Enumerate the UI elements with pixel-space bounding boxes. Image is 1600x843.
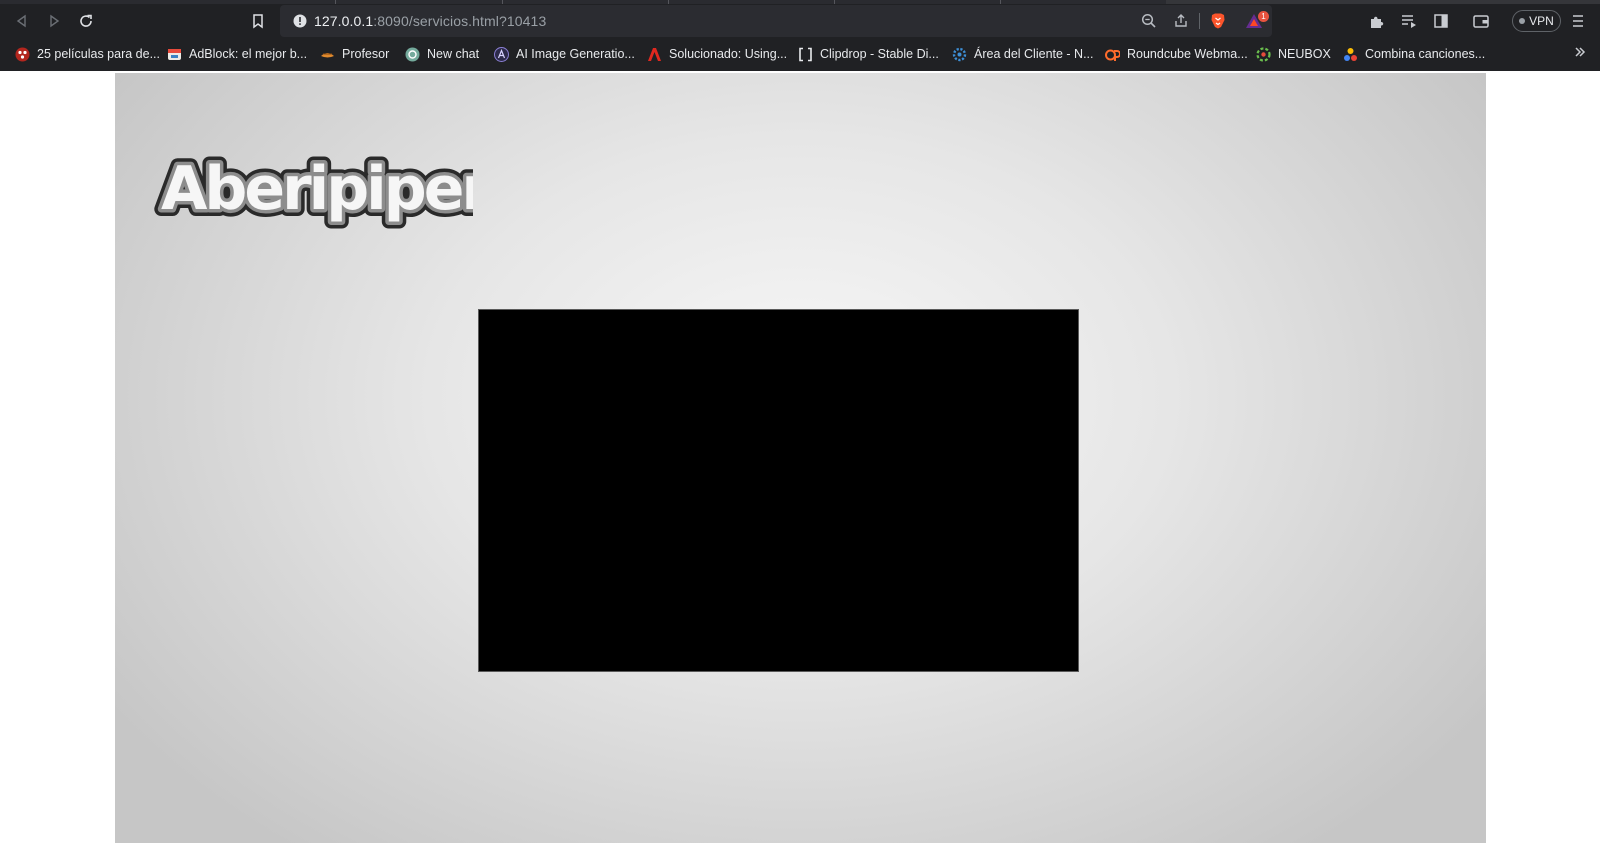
bookmark-item[interactable]: Combina canciones... — [1343, 43, 1485, 65]
url-host: 127.0.0.1 — [314, 13, 374, 29]
bookmark-item[interactable]: Solucionado: Using... — [647, 43, 787, 65]
bookmarks-bar: 25 películas para de... AdBlock: el mejo… — [0, 38, 1600, 70]
bookmark-label: 25 películas para de... — [37, 47, 160, 61]
wallet-button[interactable] — [1469, 9, 1493, 33]
toolbar: 127.0.0.1:8090/servicios.html?10413 1 VP… — [0, 4, 1600, 38]
back-arrow-icon — [16, 14, 26, 28]
more-bookmarks-button[interactable] — [1574, 45, 1586, 61]
bookmark-label: Clipdrop - Stable Di... — [820, 47, 939, 61]
page-background: Aberipiperi Aberipiperi Aberipiperi — [115, 73, 1486, 843]
site-info-icon[interactable] — [292, 13, 308, 29]
logo-text: Aberipiperi — [161, 154, 473, 224]
page-viewport: Aberipiperi Aberipiperi Aberipiperi — [0, 71, 1600, 843]
neubox-icon — [1256, 46, 1271, 62]
ai-image-icon — [494, 46, 509, 62]
neubox-gear-icon — [952, 47, 967, 62]
adblock-icon — [167, 47, 182, 62]
forward-button[interactable] — [42, 9, 66, 33]
wallet-icon — [1473, 15, 1489, 28]
bookmark-label: Roundcube Webma... — [1127, 47, 1248, 61]
bookmark-item[interactable]: 25 películas para de... — [15, 43, 160, 65]
bookmark-item[interactable]: NEUBOX — [1256, 43, 1331, 65]
playlist-icon — [1402, 15, 1416, 28]
vpn-button[interactable]: VPN — [1512, 10, 1561, 32]
bookmark-item[interactable]: Profesor — [320, 43, 389, 65]
bookmark-page-button[interactable] — [246, 9, 270, 33]
bookmark-label: AI Image Generatio... — [516, 47, 635, 61]
chevron-double-right-icon — [1575, 47, 1586, 57]
back-button[interactable] — [10, 9, 34, 33]
playlist-button[interactable] — [1397, 9, 1421, 33]
share-icon — [1175, 14, 1187, 27]
adobe-icon — [647, 47, 662, 62]
extensions-button[interactable] — [1365, 9, 1389, 33]
brave-lion-icon — [1211, 13, 1225, 29]
bookmark-item[interactable]: Clipdrop - Stable Di... — [798, 43, 939, 65]
vpn-status-dot — [1519, 18, 1526, 24]
movie-icon — [15, 47, 30, 62]
profesor-icon — [320, 47, 335, 62]
combine-icon — [1343, 47, 1358, 62]
video-player[interactable] — [479, 310, 1078, 671]
bookmark-item[interactable]: Roundcube Webma... — [1105, 43, 1248, 65]
bookmark-icon — [253, 14, 263, 29]
bookmark-item[interactable]: New chat — [405, 43, 479, 65]
bookmark-item[interactable]: Área del Cliente - N... — [952, 43, 1094, 65]
sidebar-button[interactable] — [1429, 9, 1453, 33]
forward-arrow-icon — [50, 14, 60, 28]
chatgpt-icon — [405, 47, 420, 62]
address-bar[interactable]: 127.0.0.1:8090/servicios.html?10413 — [280, 5, 1272, 37]
menu-button[interactable] — [1566, 9, 1590, 33]
vpn-label: VPN — [1529, 14, 1554, 28]
bookmark-label: Combina canciones... — [1365, 47, 1486, 61]
bookmark-label: Profesor — [342, 47, 390, 61]
hamburger-menu-icon — [1573, 15, 1583, 27]
zoom-icon — [1141, 13, 1156, 28]
puzzle-icon — [1371, 16, 1384, 28]
bookmark-item[interactable]: AI Image Generatio... — [494, 43, 635, 65]
bookmark-label: AdBlock: el mejor b... — [189, 47, 308, 61]
url-path: :8090/servicios.html?10413 — [373, 13, 547, 29]
clipdrop-icon — [798, 47, 813, 62]
rewards-badge: 1 — [1258, 11, 1269, 22]
url-text[interactable]: 127.0.0.1:8090/servicios.html?10413 — [314, 13, 546, 29]
sidebar-icon — [1434, 14, 1448, 28]
zoom-button[interactable] — [1137, 9, 1161, 33]
bookmark-label: Solucionado: Using... — [669, 47, 788, 61]
bookmark-label: Área del Cliente - N... — [974, 47, 1094, 61]
share-button[interactable] — [1169, 9, 1193, 33]
bookmark-label: NEUBOX — [1278, 47, 1331, 61]
reload-icon — [80, 14, 92, 27]
cpanel-icon — [1105, 47, 1120, 62]
bookmark-item[interactable]: AdBlock: el mejor b... — [167, 43, 307, 65]
bookmark-label: New chat — [427, 47, 480, 61]
aberipiperi-logo: Aberipiperi Aberipiperi Aberipiperi — [154, 147, 473, 231]
browser-chrome: 127.0.0.1:8090/servicios.html?10413 1 VP… — [0, 0, 1600, 71]
brave-shields-button[interactable] — [1206, 9, 1230, 33]
reload-button[interactable] — [74, 9, 98, 33]
